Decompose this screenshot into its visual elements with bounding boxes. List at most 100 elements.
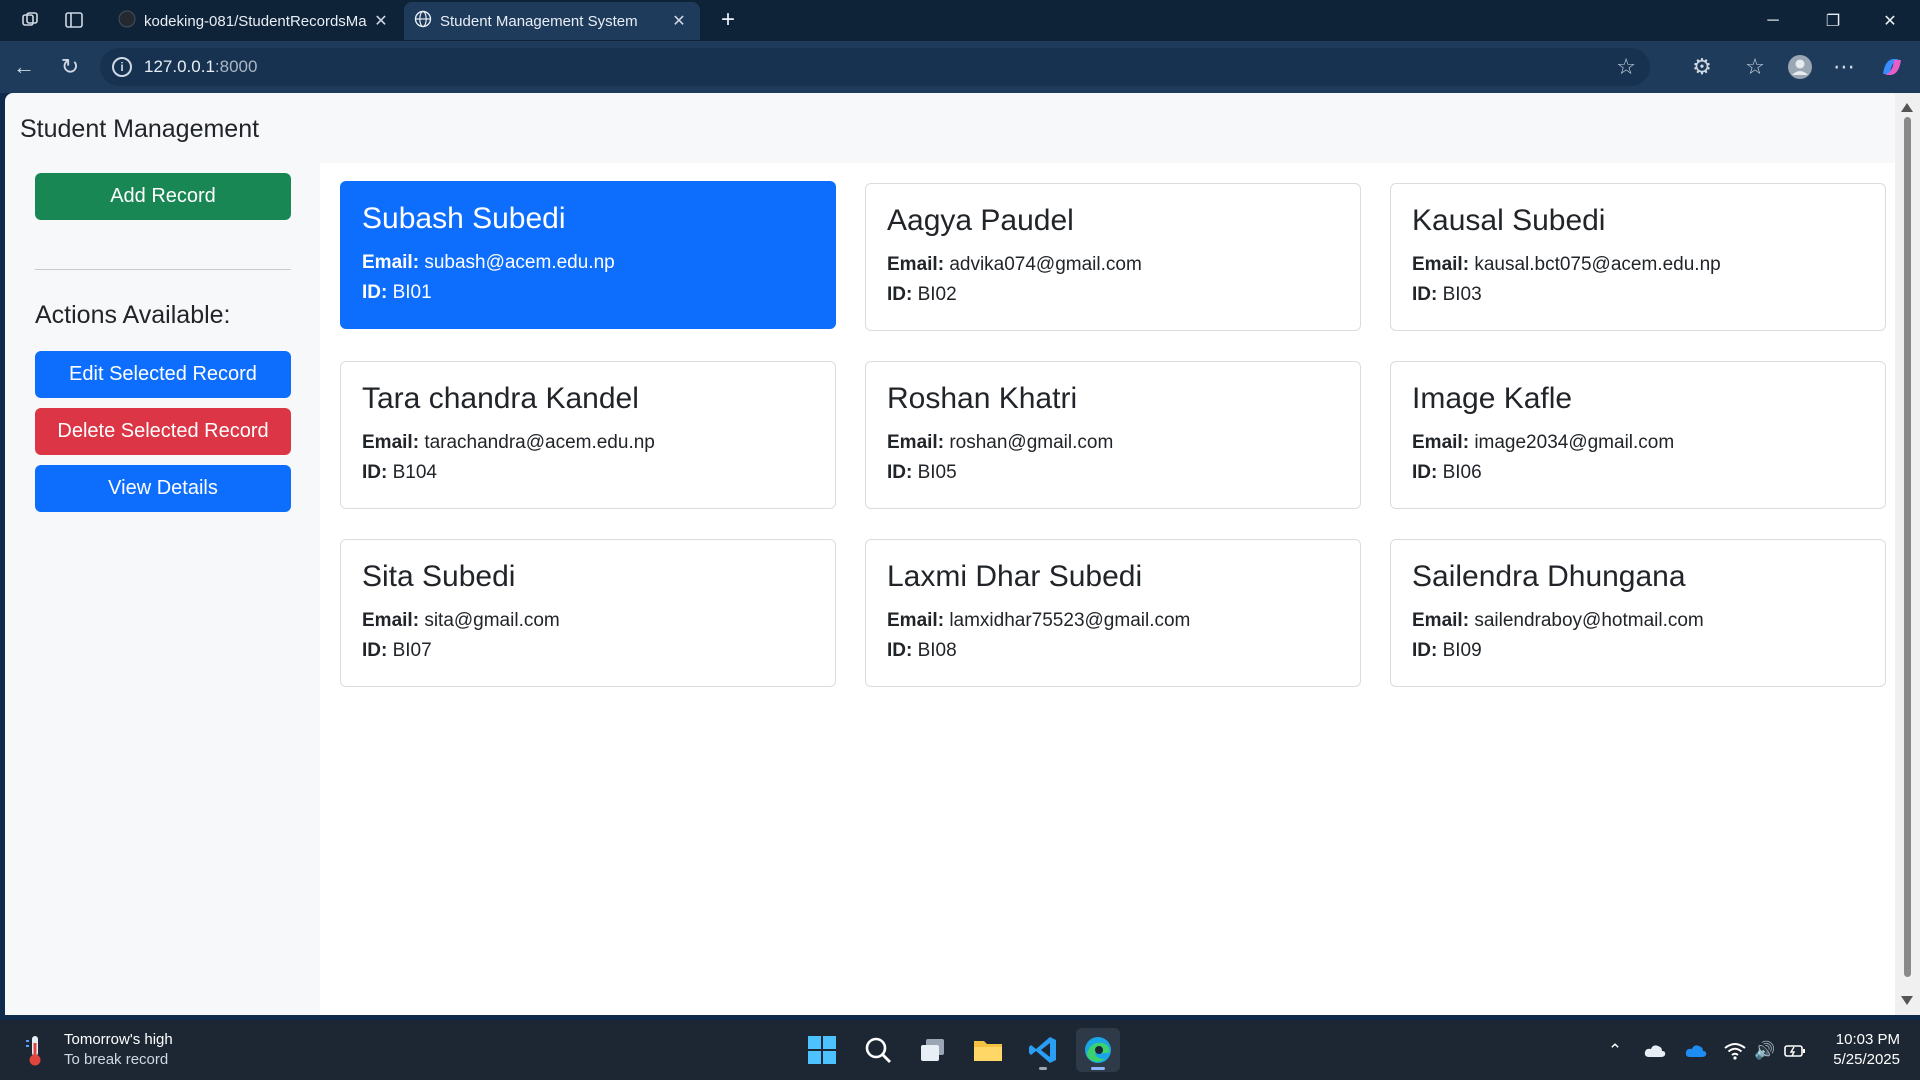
student-name: Laxmi Dhar Subedi [887, 560, 1143, 593]
vscode-icon[interactable] [1021, 1028, 1065, 1072]
tab-title: Student Management System [440, 12, 638, 30]
student-email: sailendraboy@hotmail.com [1474, 610, 1704, 631]
copilot-icon[interactable] [1874, 49, 1910, 85]
student-card[interactable]: Tara chandra Kandel Email: tarachandra@a… [340, 361, 836, 509]
vertical-tabs-icon[interactable] [56, 2, 92, 38]
favorites-icon[interactable]: ☆ [1737, 49, 1773, 85]
scroll-up-icon[interactable] [1901, 103, 1913, 112]
student-name: Kausal Subedi [1412, 204, 1606, 237]
back-icon[interactable]: ← [6, 49, 42, 85]
page-scrollbar[interactable] [1895, 93, 1920, 1015]
sidebar: Add Record Actions Available: Edit Selec… [5, 163, 320, 1015]
student-name: Sita Subedi [362, 560, 516, 593]
reload-icon[interactable]: ↻ [52, 49, 88, 85]
id-label: ID: [1412, 284, 1438, 305]
github-icon [118, 10, 136, 32]
student-card[interactable]: Sita Subedi Email: sita@gmail.com ID: BI… [340, 539, 836, 687]
email-label: Email: [1412, 610, 1470, 631]
show-hidden-icons-icon[interactable]: ⌃ [1602, 1038, 1628, 1064]
running-indicator [1039, 1067, 1047, 1070]
weather-widget[interactable]: Tomorrow's high To break record [24, 1030, 173, 1070]
cloud-icon[interactable] [1642, 1038, 1668, 1064]
battery-icon[interactable] [1782, 1038, 1808, 1064]
student-id: BI07 [392, 640, 432, 661]
student-id: BI01 [392, 282, 432, 303]
extensions-icon[interactable]: ⚙ [1684, 49, 1720, 85]
email-label: Email: [362, 610, 420, 631]
close-tab-icon[interactable]: ✕ [370, 11, 392, 31]
tab-github[interactable]: kodeking-081/StudentRecordsMa ✕ [108, 2, 402, 40]
id-label: ID: [362, 462, 388, 483]
volume-icon[interactable]: 🔊 [1752, 1038, 1778, 1064]
email-label: Email: [887, 254, 945, 275]
minimize-button[interactable]: ─ [1745, 0, 1801, 41]
start-icon[interactable] [800, 1028, 844, 1072]
student-card[interactable]: Kausal Subedi Email: kausal.bct075@acem.… [1390, 183, 1886, 331]
id-label: ID: [362, 640, 388, 661]
site-info-icon[interactable]: i [112, 57, 132, 77]
email-label: Email: [1412, 254, 1470, 275]
taskbar: Tomorrow's high To break record ⌃ 🔊 10:0… [0, 1020, 1920, 1080]
restore-button[interactable]: ❐ [1805, 0, 1861, 41]
email-label: Email: [362, 252, 420, 273]
page-viewport: Student Management Add Record Actions Av… [5, 93, 1895, 1015]
onedrive-icon[interactable] [1683, 1038, 1709, 1064]
email-label: Email: [1412, 432, 1470, 453]
close-tab-icon[interactable]: ✕ [668, 11, 690, 31]
url-host: 127.0.0.1 [144, 57, 215, 76]
id-label: ID: [1412, 640, 1438, 661]
student-id: BI06 [1442, 462, 1482, 483]
page-title: Student Management [20, 115, 260, 143]
student-id: BI09 [1442, 640, 1482, 661]
student-email: advika074@gmail.com [949, 254, 1142, 275]
tab-title: kodeking-081/StudentRecordsMa [144, 12, 367, 30]
delete-record-button[interactable]: Delete Selected Record [35, 408, 291, 455]
sidebar-divider [35, 269, 291, 270]
student-card[interactable]: Aagya Paudel Email: advika074@gmail.com … [865, 183, 1361, 331]
student-id: BI05 [917, 462, 957, 483]
student-card[interactable]: Roshan Khatri Email: roshan@gmail.com ID… [865, 361, 1361, 509]
student-name: Image Kafle [1412, 382, 1573, 415]
student-name: Sailendra Dhungana [1412, 560, 1686, 593]
student-email: sita@gmail.com [424, 610, 560, 631]
close-window-button[interactable]: ✕ [1862, 0, 1918, 41]
task-view-icon[interactable] [911, 1028, 955, 1072]
tab-student-management[interactable]: Student Management System ✕ [404, 2, 700, 40]
view-details-button[interactable]: View Details [35, 465, 291, 512]
id-label: ID: [887, 284, 913, 305]
clock-date: 5/25/2025 [1833, 1051, 1900, 1068]
new-tab-button[interactable]: + [712, 4, 744, 36]
address-toolbar: ← ↻ i 127.0.0.1:8000 ☆ ⚙ ☆ ⋯ [0, 41, 1920, 93]
student-email: subash@acem.edu.np [424, 252, 615, 273]
address-bar[interactable]: i 127.0.0.1:8000 ☆ [100, 48, 1650, 86]
clock[interactable]: 10:03 PM 5/25/2025 [1833, 1030, 1900, 1070]
id-label: ID: [1412, 462, 1438, 483]
scroll-thumb[interactable] [1904, 117, 1911, 977]
add-record-button[interactable]: Add Record [35, 173, 291, 220]
scroll-down-icon[interactable] [1901, 996, 1913, 1005]
student-name: Roshan Khatri [887, 382, 1078, 415]
student-card[interactable]: Image Kafle Email: image2034@gmail.com I… [1390, 361, 1886, 509]
student-card[interactable]: Laxmi Dhar Subedi Email: lamxidhar75523@… [865, 539, 1361, 687]
weather-subtitle: To break record [64, 1051, 169, 1068]
student-id: BI03 [1442, 284, 1482, 305]
id-label: ID: [887, 462, 913, 483]
student-card[interactable]: Subash Subedi Email: subash@acem.edu.np … [340, 181, 836, 329]
student-id: BI08 [917, 640, 957, 661]
file-explorer-icon[interactable] [966, 1028, 1010, 1072]
favorite-star-icon[interactable]: ☆ [1616, 54, 1636, 80]
clock-time: 10:03 PM [1835, 1031, 1900, 1048]
edge-browser-icon[interactable] [1076, 1028, 1120, 1072]
student-card[interactable]: Sailendra Dhungana Email: sailendraboy@h… [1390, 539, 1886, 687]
profile-avatar-icon[interactable] [1782, 49, 1818, 85]
more-options-icon[interactable]: ⋯ [1826, 49, 1862, 85]
edit-record-button[interactable]: Edit Selected Record [35, 351, 291, 398]
student-name: Subash Subedi [362, 202, 566, 235]
thermometer-icon [24, 1033, 46, 1067]
wifi-icon[interactable] [1722, 1038, 1748, 1064]
search-icon[interactable] [856, 1028, 900, 1072]
student-email: tarachandra@acem.edu.np [424, 432, 655, 453]
id-label: ID: [362, 282, 388, 303]
workspaces-icon[interactable] [12, 2, 48, 38]
student-email: lamxidhar75523@gmail.com [949, 610, 1191, 631]
